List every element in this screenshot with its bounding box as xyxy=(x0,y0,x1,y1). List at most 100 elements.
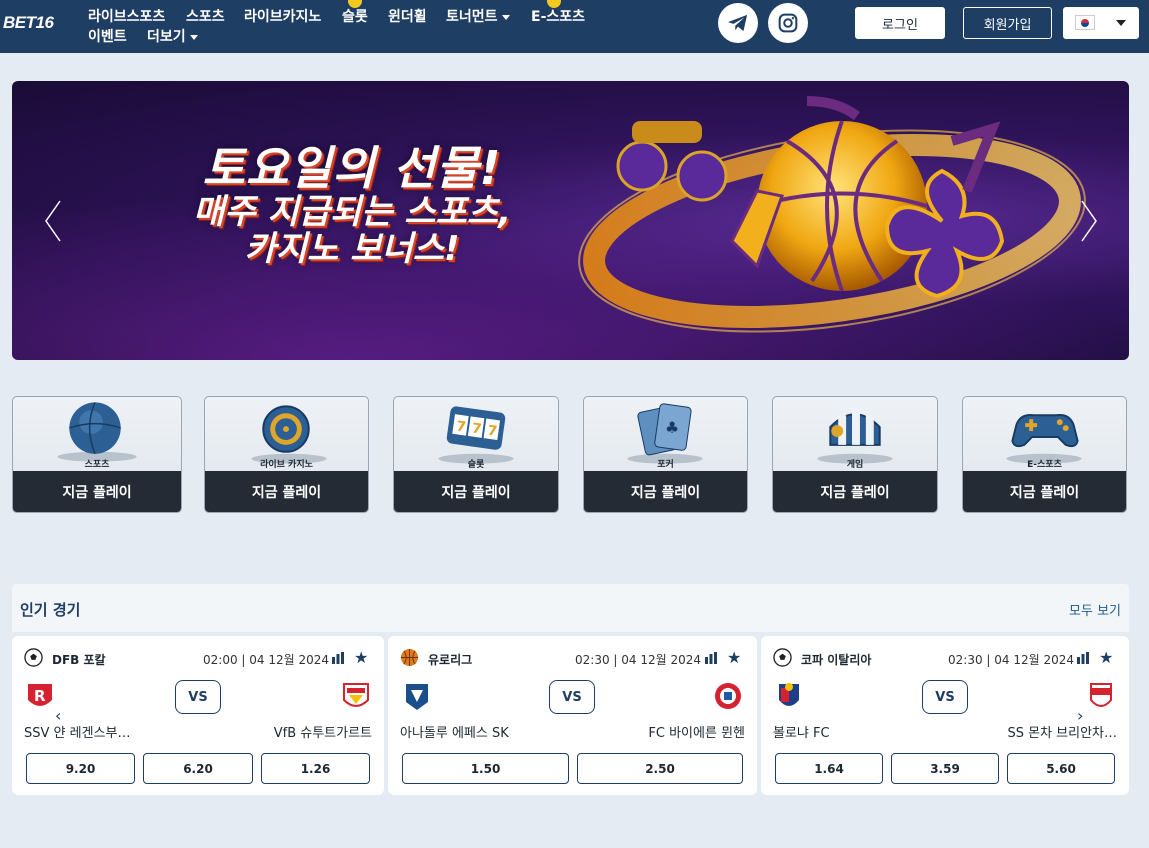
banner-line-1: 토요일의 선물! xyxy=(202,141,502,195)
nav-item-slots[interactable]: 슬롯 xyxy=(342,0,368,26)
basketball-promo-art xyxy=(578,96,1086,333)
matches-next-arrow-icon[interactable]: › xyxy=(1077,706,1083,725)
nav-label: 라이브카지노 xyxy=(244,9,322,25)
section-title: 인기 경기 xyxy=(20,601,81,619)
favorite-star-icon[interactable]: ★ xyxy=(354,650,368,666)
banner-headline: 토요일의 선물! 매주 지급되는 스포츠, 카지노 보너스! xyxy=(162,143,542,268)
league-name: 유로리그 xyxy=(428,653,473,667)
instagram-button[interactable] xyxy=(768,3,808,43)
odd-button[interactable]: 1.64 xyxy=(775,753,883,784)
basketball-icon xyxy=(400,648,419,667)
login-button[interactable]: 로그인 xyxy=(855,7,945,39)
vs-badge: VS xyxy=(549,680,595,714)
nav-item-live-casino[interactable]: 라이브카지노 xyxy=(244,6,321,26)
play-now-button[interactable]: 지금 플레이 xyxy=(773,471,937,512)
vs-badge: VS xyxy=(175,680,221,714)
odd-button[interactable]: 5.60 xyxy=(1007,753,1115,784)
team-logo-home xyxy=(779,683,799,706)
match-card: DFB 포칼 02:00 | 04 12월 2024 ★ R VS SSV 얀 … xyxy=(12,636,384,795)
play-now-button[interactable]: 지금 플레이 xyxy=(394,471,558,512)
match-card: 유로리그 02:30 | 04 12월 2024 ★ VS 아나돌루 에페스 S… xyxy=(388,636,757,795)
vs-badge: VS xyxy=(922,680,968,714)
statistics-icon[interactable] xyxy=(331,652,345,664)
team-logo-home xyxy=(406,684,428,710)
play-now-button[interactable]: 지금 플레이 xyxy=(205,471,368,512)
team-logo-away xyxy=(343,683,369,707)
team-logo-away xyxy=(1090,683,1112,707)
odd-button[interactable]: 6.20 xyxy=(143,753,253,784)
statistics-icon[interactable] xyxy=(704,652,718,664)
match-time: 02:30 | 04 12월 2024 xyxy=(575,653,702,667)
category-label: 슬롯 xyxy=(467,460,485,470)
nav-item-tournament[interactable]: 토너먼트 xyxy=(446,6,510,26)
odd-button[interactable]: 1.26 xyxy=(261,753,370,784)
odd-button[interactable]: 9.20 xyxy=(26,753,135,784)
promo-banner[interactable]: 토요일의 선물! 매주 지급되는 스포츠, 카지노 보너스! xyxy=(12,81,1129,360)
soccer-ball-icon xyxy=(773,648,792,667)
site-logo[interactable]: BET16 xyxy=(3,13,54,33)
team-logo-away xyxy=(715,683,741,709)
play-now-button[interactable]: 지금 플레이 xyxy=(13,471,181,512)
top-header: BET16 라이브스포츠 스포츠 라이브카지노 슬롯 윈더휠 토너먼트 E-스포… xyxy=(0,0,1149,53)
banner-next-arrow-icon[interactable] xyxy=(1078,199,1100,243)
nav-label: 라이브스포츠 xyxy=(88,9,166,25)
category-card-sports[interactable]: 스포츠 지금 플레이 xyxy=(12,396,182,513)
play-now-button[interactable]: 지금 플레이 xyxy=(584,471,747,512)
away-team-name: VfB 슈투트가르트 xyxy=(273,726,372,741)
odd-button[interactable]: 3.59 xyxy=(891,753,999,784)
banner-line-2: 매주 지급되는 스포츠, xyxy=(192,191,512,232)
category-label: 스포츠 xyxy=(84,460,110,470)
favorite-star-icon[interactable]: ★ xyxy=(1099,650,1113,666)
new-badge-icon xyxy=(348,0,362,8)
category-card-games[interactable]: 게임 지금 플레이 xyxy=(772,396,938,513)
away-team-name: SS 몬차 브리안차… xyxy=(1007,726,1117,741)
new-badge-icon xyxy=(547,0,561,8)
category-card-poker[interactable]: ♣ 포커 지금 플레이 xyxy=(583,396,748,513)
league-name: 코파 이탈리아 xyxy=(801,653,872,667)
nav-label: 스포츠 xyxy=(186,9,225,25)
nav-item-sports[interactable]: 스포츠 xyxy=(186,6,225,26)
match-card: 코파 이탈리아 02:30 | 04 12월 2024 ★ VS 볼로냐 FC … xyxy=(761,636,1129,795)
nav-item-esports[interactable]: E-스포츠 xyxy=(531,0,586,26)
odd-button[interactable]: 2.50 xyxy=(577,753,743,784)
svg-text:♣: ♣ xyxy=(665,418,679,437)
category-card-slots[interactable]: 7 7 7 슬롯 지금 플레이 xyxy=(393,396,559,513)
banner-line-3: 카지노 보너스! xyxy=(244,228,460,269)
svg-text:R: R xyxy=(34,687,46,705)
see-all-link[interactable]: 모두 보기 xyxy=(1069,600,1121,619)
nav-item-wonder-wheel[interactable]: 윈더휠 xyxy=(388,6,427,26)
category-label: 게임 xyxy=(846,460,864,470)
category-card-esports[interactable]: E-스포츠 지금 플레이 xyxy=(962,396,1127,513)
nav-label: 이벤트 xyxy=(88,29,127,45)
nav-item-more[interactable]: 더보기 xyxy=(147,26,198,46)
banner-prev-arrow-icon[interactable] xyxy=(42,199,64,243)
statistics-icon[interactable] xyxy=(1076,652,1090,664)
home-team-name: 아나돌루 에페스 SK xyxy=(400,726,509,741)
category-label: 포커 xyxy=(657,460,674,470)
play-now-button[interactable]: 지금 플레이 xyxy=(963,471,1126,512)
team-logo-home: R xyxy=(28,684,52,706)
nav-label: 더보기 xyxy=(147,29,186,45)
odd-button[interactable]: 1.50 xyxy=(402,753,569,784)
category-label: 라이브 카지노 xyxy=(260,460,313,470)
language-selector[interactable] xyxy=(1063,7,1139,39)
nav-item-events[interactable]: 이벤트 xyxy=(88,26,127,46)
match-time: 02:30 | 04 12월 2024 xyxy=(948,653,1075,667)
telegram-button[interactable] xyxy=(718,3,758,43)
chevron-down-icon xyxy=(501,14,510,20)
nav-label: E-스포츠 xyxy=(531,9,586,25)
home-team-name: 볼로냐 FC xyxy=(773,726,830,741)
nav-item-live-sports[interactable]: 라이브스포츠 xyxy=(88,6,165,26)
matches-prev-arrow-icon[interactable]: ‹ xyxy=(55,706,61,725)
dropdown-arrow-icon xyxy=(1116,20,1126,26)
signup-button[interactable]: 회원가입 xyxy=(963,7,1052,39)
category-label: E-스포츠 xyxy=(1027,460,1062,470)
telegram-icon xyxy=(728,14,748,32)
nav-label: 토너먼트 xyxy=(446,9,498,25)
chevron-down-icon xyxy=(189,34,198,40)
category-card-live-casino[interactable]: 라이브 카지노 지금 플레이 xyxy=(204,396,369,513)
nav-label: 슬롯 xyxy=(342,9,368,25)
favorite-star-icon[interactable]: ★ xyxy=(727,650,741,666)
popular-matches-header: 인기 경기 모두 보기 xyxy=(12,584,1129,632)
nav-label: 윈더휠 xyxy=(388,9,427,25)
